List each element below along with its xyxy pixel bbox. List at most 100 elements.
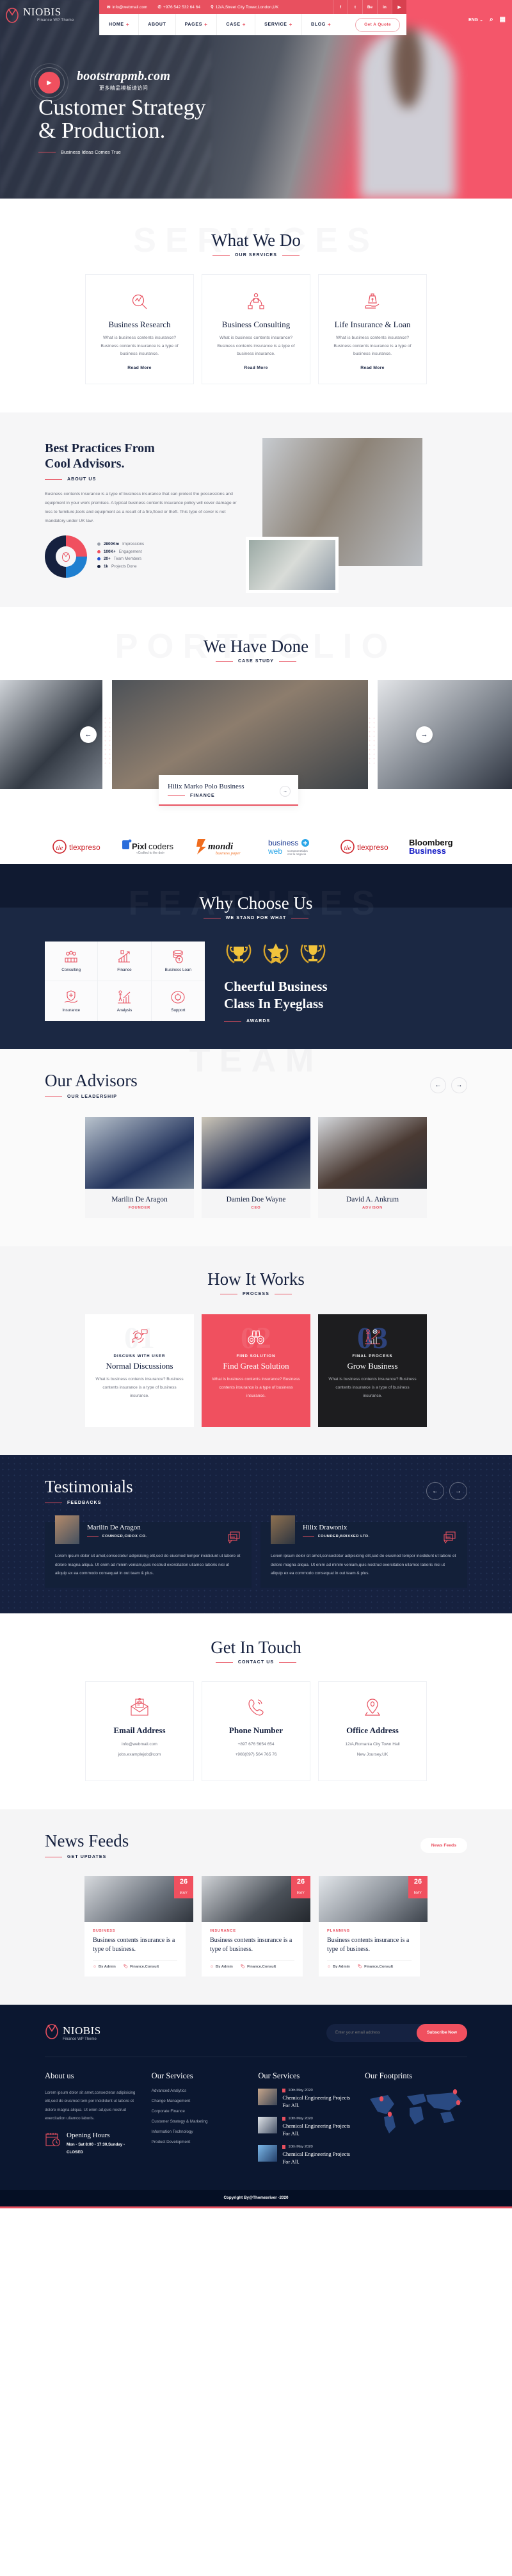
linkedin-icon[interactable]: in [377,0,392,14]
process-step-card[interactable]: 01 DISCUSS WITH USER Normal Discussions … [85,1314,194,1428]
news-subtitle: GET UPDATES [67,1855,107,1860]
search-icon[interactable]: ⌕ [490,17,493,23]
contact-card-phone[interactable]: Phone Number +897 676 5654 654 +908(097)… [202,1681,310,1782]
feature-cell-insurance[interactable]: Insurance [45,981,99,1021]
news-card[interactable]: 26 MAY BUSINESS Business contents insuran… [84,1876,193,1977]
avatar [271,1515,295,1545]
team-next-button[interactable]: → [451,1077,467,1093]
testimonials-prev-button[interactable]: ← [426,1482,444,1501]
niobis-logo-icon [45,2023,59,2042]
facebook-icon[interactable]: f [333,0,348,14]
youtube-icon[interactable]: ▶ [392,0,406,14]
portfolio-slide-active[interactable] [112,680,368,790]
awards-label: AWARDS [246,1019,271,1024]
footer-service-link[interactable]: Product Development [152,2140,247,2144]
subscribe-button[interactable]: Subscribe Now [417,2023,467,2042]
news-card[interactable]: 26 MAY INSURANCE Business contents insura… [202,1876,310,1977]
feature-cell-finance[interactable]: Finance [98,941,152,981]
service-card[interactable]: Life Insurance & Loan What is business c… [318,274,427,384]
feature-cell-consulting[interactable]: Consulting [45,941,99,981]
twitter-icon[interactable]: t [348,0,362,14]
process-step-card[interactable]: 03 FINAL PROCESS Grow Business What is b… [318,1314,427,1428]
nav-item-case[interactable]: CASE + [217,14,256,35]
stats-chart: 2800Km Impressions 100K+ Engagement 20+ Tea… [45,535,237,578]
hero-play-button[interactable]: ▶ [30,63,68,102]
nav-item-service[interactable]: SERVICE + [255,14,302,35]
testimonial-card[interactable]: Hilix Drawonix FOUNDER,BRIXXER LTD. Lore… [260,1515,467,1588]
top-phone[interactable]: ✆ +976 542 532 64 64 [157,4,200,10]
contact-card-email[interactable]: Email Address info@webmail.com jobs.exam… [85,1681,194,1782]
team-member-card[interactable]: Damien Doe Wayne CEO [202,1117,310,1219]
footer-service-link[interactable]: Customer Strategy & Marketing [152,2119,247,2124]
calendar-clock-icon [45,2132,61,2151]
user-icon: ☺ [327,1965,331,1969]
testimonial-card[interactable]: Marilin De Aragon FOUNDER,CIDOX CO. Lore… [45,1515,252,1588]
language-selector[interactable]: ENG ⌄ [468,17,483,22]
team-prev-button[interactable]: ← [430,1077,446,1093]
newsletter-form: Subscribe Now [326,2023,467,2042]
news-category[interactable]: INSURANCE [210,1929,294,1933]
team-member-card[interactable]: David A. Ankrum ADVISON [318,1117,427,1219]
feature-cell-analysis[interactable]: Analysis [98,981,152,1021]
news-feeds-button[interactable]: News Feeds [420,1838,467,1853]
top-email[interactable]: ✉ info@webmail.com [107,4,147,10]
nav-item-home[interactable]: HOME + [99,14,140,35]
feature-cell-business-loan[interactable]: Business Loan [151,942,205,981]
features-heading-line2: Class In Eyeglass [224,996,324,1012]
footer-post-item[interactable]: 10th May 2020 Chemical Engineering Projec… [258,2116,353,2138]
footer-service-link[interactable]: Advanced Analytics [152,2089,247,2093]
footer-service-link[interactable]: Information Technology [152,2130,247,2134]
divider-line [168,795,185,797]
read-more-link[interactable]: Read More [96,366,183,370]
footer-col-about: About us Lorem ipsum dolor sit amet,cons… [45,2071,140,2172]
about-subtitle: ABOUT US [67,477,97,482]
behance-icon[interactable]: Be [362,0,377,14]
footer-logo[interactable]: NIOBIS Finance WP Theme [45,2023,101,2042]
post-thumbnail [258,2089,278,2106]
service-card[interactable]: Business Consulting What is business con… [202,274,310,384]
read-more-link[interactable]: Read More [329,366,416,370]
process-step-card[interactable]: 02 FIND SOLUTION Find Great Solution Wha… [202,1314,310,1428]
divider-line [215,661,233,662]
footer-service-link[interactable]: Change Management [152,2099,247,2103]
news-headline: Business contents insurance is a type of… [210,1937,292,1953]
footer-services-title: Our Services [151,2071,193,2081]
footer-service-link[interactable]: Corporate Finance [152,2109,247,2114]
nav-item-about[interactable]: ABOUT [139,14,176,35]
step-description: What is business contents insurance? Bus… [328,1377,417,1398]
brand-logo-tlexpreso-2: tle tlexpreso [340,838,396,855]
nav-item-pages[interactable]: PAGES + [176,14,218,35]
brand-logo-businessweb: business web Comprometidos con tu negocio [268,838,327,856]
play-icon: ▶ [38,72,60,94]
footer-post-item[interactable]: 10th May 2020 Chemical Engineering Projec… [258,2144,353,2166]
brand-logos-section: tle tlexpreso Pixl coders «Crafted to the d… [0,829,512,865]
testimonials-next-button[interactable]: → [449,1482,467,1501]
footer-col-footprints: Our Footprints [365,2071,467,2172]
team-member-list: Marilin De Aragon FOUNDER Damien Doe Wayn… [0,1117,512,1219]
grid-icon[interactable]: ▦ [500,17,506,23]
team-member-card[interactable]: Marilin De Aragon FOUNDER [85,1117,194,1219]
service-card[interactable]: Business Research What is business conte… [85,274,194,384]
newsletter-email-input[interactable] [335,2030,406,2035]
footer-post-item[interactable]: 10th May 2020 Chemical Engineering Projec… [258,2089,353,2110]
news-card[interactable]: 26 MAY PLANNING Business contents insuran… [319,1876,428,1977]
watermark-title: bootstrapmb.com [77,69,171,83]
read-more-link[interactable]: Read More [212,366,300,370]
contact-line1: 12/A,Romania City Town Hall [345,1742,400,1747]
logo-text: NIOBIS [23,6,61,19]
service-title: Business Research [108,320,171,329]
avatar [85,1117,194,1189]
feature-cell-support[interactable]: Support [152,981,205,1021]
nav-item-blog[interactable]: BLOG + [302,14,340,35]
trophy-laurel-icon [226,944,252,964]
contact-card-address[interactable]: Office Address 12/A,Romania City Town Ha… [318,1681,427,1782]
step-kicker: DISCUSS WITH USER [113,1354,166,1359]
step-title: Find Great Solution [223,1361,289,1371]
news-category[interactable]: PLANNING [327,1929,412,1933]
portfolio-slide[interactable] [378,680,512,790]
svg-text:coders: coders [148,842,174,851]
get-a-quote-button[interactable]: Get A Quote [355,17,400,32]
news-category[interactable]: BUSINESS [93,1929,177,1933]
portfolio-caption-card[interactable]: Hilix Marko Polo Business FINANCE → [159,775,298,806]
site-logo[interactable]: NIOBIS Finance WP Theme [5,6,74,23]
